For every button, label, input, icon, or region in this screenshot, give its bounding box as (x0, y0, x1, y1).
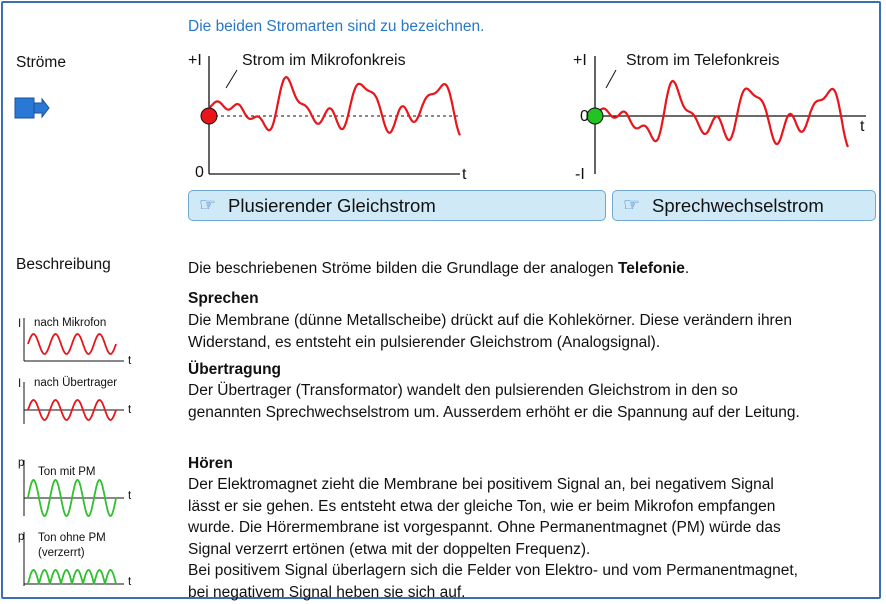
paragraph-uebertragung: Der Übertrager (Transformator) wandelt d… (188, 382, 800, 421)
arrow-right-icon[interactable] (14, 97, 50, 126)
section-label-beschreibung: Beschreibung (16, 256, 111, 273)
mini-graph-y-label: I (18, 378, 22, 390)
graph-title-microphone: Strom im Mikrofonkreis (242, 52, 406, 69)
intro-paragraph: Die beschriebenen Ströme bilden die Grun… (188, 260, 690, 277)
paragraph-sprechen: Die Membrane (dünne Metallscheibe) drück… (188, 312, 792, 351)
answer-button-right[interactable]: ☞ Sprechwechselstrom (612, 190, 876, 221)
mini-graph-y-label: I (18, 318, 22, 330)
graph-title-telephone: Strom im Telefonkreis (626, 52, 780, 69)
axis-label-t-right: t (860, 118, 865, 135)
mini-graph-label: Ton ohne PM (38, 532, 106, 544)
paragraph-hoeren: Der Elektromagnet zieht die Membrane bei… (188, 476, 798, 601)
axis-label-zero-right: 0 (580, 108, 589, 125)
answer-text-right: Sprechwechselstrom (652, 194, 824, 216)
mini-graph-label: Ton mit PM (38, 466, 96, 478)
answer-button-left[interactable]: ☞ Plusierender Gleichstrom (188, 190, 606, 221)
mini-graph-label: nach Übertrager (34, 377, 118, 389)
axis-label-minus-i-right: -I (575, 166, 585, 183)
mini-graph-x-label: t (128, 490, 132, 502)
instruction-text: Die beiden Stromarten sind zu bezeichnen… (188, 18, 485, 35)
intro-bold-term: Telefonie (617, 260, 685, 277)
mini-graph-x-label: t (128, 355, 132, 367)
signal-curve-microphone (208, 75, 461, 136)
axis-label-plus-i-right: +I (573, 52, 587, 69)
signal-curve-telephone (594, 79, 850, 148)
mini-graph-y-label: p (18, 457, 25, 469)
mini-graph-x-label: t (128, 404, 132, 416)
pointing-hand-icon: ☞ (199, 195, 217, 216)
mini-graph-label-2: (verzerrt) (38, 547, 85, 559)
mini-graph-label: nach Mikrofon (34, 317, 107, 329)
heading-sprechen: Sprechen (188, 290, 259, 307)
mini-graph-x-label: t (128, 576, 132, 588)
heading-hoeren: Hören (188, 455, 233, 472)
pointing-hand-icon: ☞ (623, 195, 641, 216)
section-label-stroeme: Ströme (16, 54, 66, 71)
axis-label-plus-i-left: +I (188, 52, 202, 69)
mini-graph-y-label: p (18, 531, 25, 543)
axis-label-t-left: t (462, 166, 467, 183)
axis-label-zero-left: 0 (195, 164, 204, 181)
answer-text-left: Plusierender Gleichstrom (228, 194, 436, 216)
heading-uebertragung: Übertragung (188, 361, 281, 378)
